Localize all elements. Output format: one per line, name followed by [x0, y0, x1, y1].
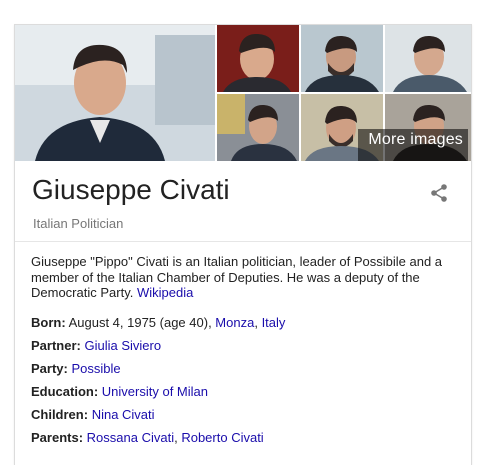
fact-label: Born:	[31, 314, 66, 330]
facts-list: Born: August 4, 1975 (age 40), Monza, It…	[31, 315, 455, 453]
fact-label: Education:	[31, 383, 99, 399]
entity-subtitle: Italian Politician	[33, 216, 124, 231]
separator: ,	[254, 314, 262, 330]
fact-born: Born: August 4, 1975 (age 40), Monza, It…	[31, 315, 455, 338]
fact-children: Children: Nina Civati	[31, 407, 455, 430]
fact-partner: Partner: Giulia Siviero	[31, 338, 455, 361]
main-photo[interactable]	[15, 25, 215, 161]
partner-link[interactable]: Giulia Siviero	[84, 338, 161, 353]
more-images-link[interactable]: More images	[368, 131, 463, 149]
thumbnail-photo[interactable]	[301, 25, 383, 92]
fact-label: Children:	[31, 406, 89, 422]
fact-label: Partner:	[31, 337, 81, 353]
entity-title: Giuseppe Civati	[32, 174, 230, 205]
knowledge-panel: More images Giuseppe Civati Italian Poli…	[14, 24, 472, 465]
children-link[interactable]: Nina Civati	[92, 407, 155, 422]
fact-label: Parents:	[31, 429, 84, 445]
parent-link[interactable]: Roberto Civati	[181, 430, 263, 445]
share-icon[interactable]	[429, 183, 449, 203]
fact-label: Party:	[31, 360, 68, 376]
education-link[interactable]: University of Milan	[102, 384, 208, 399]
parent-link[interactable]: Rossana Civati	[87, 430, 174, 445]
thumbnail-photo[interactable]	[385, 25, 471, 92]
born-country-link[interactable]: Italy	[262, 315, 286, 330]
fact-parents: Parents: Rossana Civati, Roberto Civati	[31, 430, 455, 453]
fact-party: Party: Possible	[31, 361, 455, 384]
fact-education: Education: University of Milan	[31, 384, 455, 407]
thumbnail-photo[interactable]	[217, 94, 299, 161]
image-gallery: More images	[15, 25, 471, 161]
title-section: Giuseppe Civati Italian Politician	[15, 161, 471, 242]
entity-description: Giuseppe "Pippo" Civati is an Italian po…	[31, 254, 457, 301]
description-text: Giuseppe "Pippo" Civati is an Italian po…	[31, 254, 443, 300]
wikipedia-link[interactable]: Wikipedia	[137, 285, 193, 300]
fact-value: August 4, 1975 (age 40),	[68, 314, 216, 330]
thumbnail-photo[interactable]	[217, 25, 299, 92]
born-place-link[interactable]: Monza	[215, 315, 254, 330]
party-link[interactable]: Possible	[71, 361, 120, 376]
